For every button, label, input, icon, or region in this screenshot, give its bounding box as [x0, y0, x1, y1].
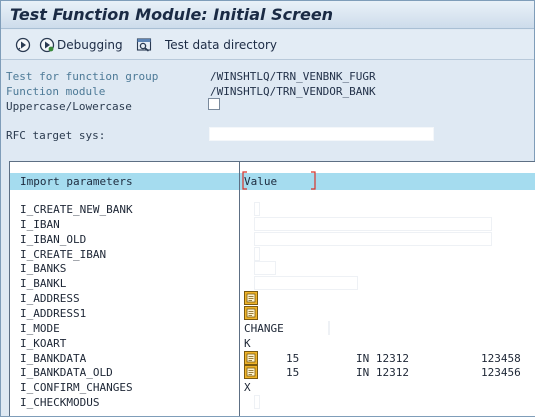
window-title: Test Function Module: Initial Screen [10, 5, 334, 24]
parameter-name: I_IBAN [20, 217, 60, 231]
table-row: I_BANKDATA_OLD 15 IN 12312 123456 [10, 365, 535, 380]
parameter-value-input[interactable] [254, 276, 358, 291]
debugging-icon [39, 37, 55, 53]
parameter-name: I_ADDRESS [20, 292, 80, 306]
debugging-label[interactable]: Debugging [57, 38, 123, 52]
parameter-name: I_CREATE_NEW_BANK [20, 203, 133, 216]
table-row: I_BANKDATA 15 IN 12312 123458 [10, 350, 535, 366]
parameter-name: I_BANKS [20, 262, 67, 276]
test-data-directory-button[interactable] [136, 37, 152, 53]
structure-edit-icon[interactable] [244, 365, 258, 380]
parameter-name: I_BANKDATA [20, 351, 87, 365]
parameter-name: I_BANKDATA_OLD [20, 366, 113, 380]
table-row: I_KOART K [10, 336, 535, 351]
parameter-name: I_CHECKMODUS [20, 396, 100, 410]
rfc-target-label: RFC target sys: [6, 129, 106, 142]
value-focus-bracket [242, 171, 316, 190]
table-row: I_CONFIRM_CHANGES X [10, 380, 535, 395]
parameter-value-input[interactable] [254, 231, 492, 246]
structure-edit-icon[interactable] [244, 305, 258, 320]
structure-edit-icon[interactable] [244, 350, 258, 365]
parameter-value[interactable]: CHANGE [244, 322, 284, 335]
parameter-name: I_MODE [20, 321, 60, 335]
execute-button[interactable] [15, 37, 31, 53]
parameter-value-input[interactable] [328, 320, 330, 335]
parameter-name: I_CONFIRM_CHANGES [20, 381, 133, 395]
selection-form: Test for function group /WINSHTLQ/TRN_VE… [1, 61, 534, 157]
rfc-target-input[interactable] [209, 127, 434, 141]
table-row: I_CHECKMODUS [10, 395, 535, 410]
function-group-label: Test for function group [6, 70, 159, 83]
parameter-value-input[interactable] [254, 202, 260, 216]
table-row: I_BANKL [10, 276, 535, 291]
parameter-value-input[interactable] [254, 216, 492, 231]
parameter-value-input[interactable] [254, 395, 260, 410]
table-row: I_CREATE_IBAN [10, 246, 535, 262]
test-data-directory-icon [136, 38, 152, 52]
parameter-value[interactable]: X [244, 381, 251, 394]
parameter-name: I_KOART [20, 336, 67, 350]
title-bar: Test Function Module: Initial Screen [1, 1, 534, 29]
uppercase-lowercase-checkbox[interactable] [208, 98, 220, 110]
parameter-name: I_CREATE_IBAN [20, 247, 107, 261]
parameter-name: I_BANKL [20, 277, 67, 291]
bankdata-field-2: IN 12312 [356, 351, 409, 365]
function-module-label: Function module [6, 85, 106, 98]
bankdata-field-2: IN 12312 [356, 366, 409, 380]
parameters-table: Import parameters Value I_CREATE_NEW_BAN… [9, 161, 535, 416]
bankdata-field-3: 123456 [481, 366, 521, 380]
uppercase-lowercase-label: Uppercase/Lowercase [6, 100, 132, 113]
table-row: I_CREATE_NEW_BANK [10, 202, 535, 217]
debugging-button[interactable] [39, 37, 55, 53]
parameter-value-input[interactable] [254, 246, 260, 261]
table-row: I_BANKS [10, 261, 535, 276]
header-import-parameters: Import parameters [20, 175, 133, 188]
table-row: I_MODE CHANGE [10, 320, 535, 336]
function-group-value: /WINSHTLQ/TRN_VENBNK_FUGR [210, 70, 376, 83]
function-module-value: /WINSHTLQ/TRN_VENDOR_BANK [210, 85, 376, 98]
bankdata-field-3: 123458 [481, 351, 521, 365]
bankdata-field-1: 15 [286, 351, 300, 365]
table-row: I_ADDRESS [10, 291, 535, 306]
parameter-value-input[interactable] [254, 261, 276, 276]
application-toolbar: Debugging Test data directory [1, 30, 534, 60]
bankdata-field-1: 15 [286, 366, 300, 380]
table-row: I_IBAN_OLD [10, 231, 535, 247]
parameter-name: I_IBAN_OLD [20, 232, 87, 246]
execute-icon [15, 37, 31, 53]
table-row: I_ADDRESS1 [10, 305, 535, 321]
parameter-name: I_ADDRESS1 [20, 306, 87, 320]
test-data-directory-label[interactable]: Test data directory [165, 38, 277, 52]
parameter-value[interactable]: K [244, 337, 251, 350]
structure-edit-icon[interactable] [244, 291, 258, 306]
table-row: I_IBAN [10, 216, 535, 232]
